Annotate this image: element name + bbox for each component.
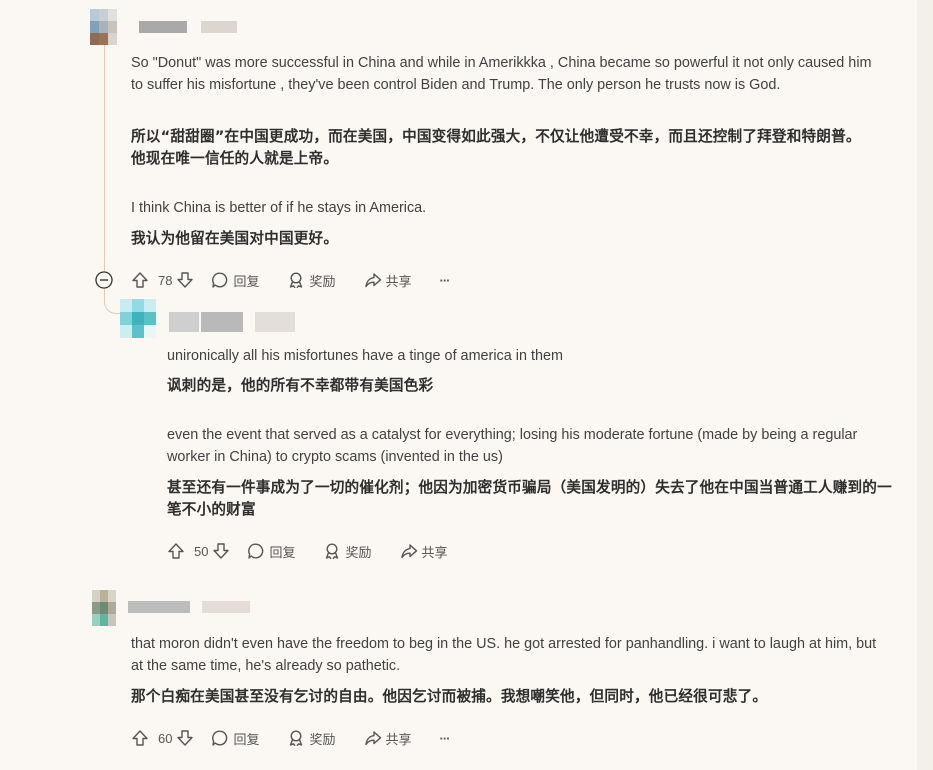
reply-icon <box>248 543 264 559</box>
downvote-icon <box>213 543 230 559</box>
comment-text-zh: 所以“甜甜圈”在中国更成功，而在美国，中国变得如此强大，不仅让他遭受不幸，而且还… <box>131 128 861 167</box>
upvote-icon <box>168 543 184 559</box>
upvote-icon <box>132 272 148 288</box>
upvote-icon <box>132 730 148 746</box>
comment-text-zh: 那个白痴在美国甚至没有乞讨的自由。他因乞讨而被捕。我想嘲笑他，但同时，他已经很可… <box>131 688 768 705</box>
award-label: 奖励 <box>345 544 372 560</box>
award-button[interactable]: 奖励 <box>323 542 372 561</box>
share-button[interactable]: 共享 <box>364 271 412 290</box>
comment-text-zh: 我认为他留在美国对中国更好。 <box>131 230 339 247</box>
award-button[interactable]: 奖励 <box>287 729 336 748</box>
avatar[interactable] <box>90 9 117 45</box>
downvote-icon <box>177 272 194 288</box>
downvote-icon <box>177 730 194 746</box>
reply-icon <box>212 272 228 288</box>
scrollbar-track[interactable] <box>917 0 933 770</box>
comment-text-en: I think China is better of if he stays i… <box>131 200 427 216</box>
username-blurred[interactable] <box>139 21 237 33</box>
avatar[interactable] <box>92 590 116 626</box>
share-button[interactable]: 共享 <box>400 542 448 561</box>
comment-text-en: even the event that served as a catalyst… <box>167 427 858 465</box>
username-blurred[interactable] <box>128 601 250 613</box>
upvote-button[interactable] <box>131 729 149 747</box>
comment-actions: 50 回复 奖励 共享 <box>167 538 448 564</box>
username-blurred[interactable] <box>169 312 295 332</box>
vote-count: 50 <box>194 543 209 559</box>
award-icon <box>326 543 339 560</box>
reply-label: 回复 <box>233 273 260 289</box>
more-options-button[interactable]: ··· <box>440 731 451 746</box>
share-button[interactable]: 共享 <box>364 729 412 748</box>
comment-actions: 78 回复 奖励 共享 ··· <box>131 267 451 293</box>
comment-text-en: So "Donut" was more successful in China … <box>131 55 872 93</box>
collapse-icon <box>95 271 113 289</box>
reply-icon <box>212 730 228 746</box>
comment-text-en: that moron didn't even have the freedom … <box>131 636 877 674</box>
comment-text-zh: 甚至还有一件事成为了一切的催化剂；他因为加密货币骗局（美国发明的）失去了他在中国… <box>167 479 892 518</box>
award-icon <box>290 730 303 747</box>
upvote-button[interactable] <box>131 271 149 289</box>
vote-count: 78 <box>158 272 173 288</box>
downvote-button[interactable] <box>176 729 194 747</box>
share-icon <box>364 273 381 288</box>
reply-button[interactable]: 回复 <box>211 729 259 748</box>
award-icon <box>290 272 303 289</box>
avatar[interactable] <box>120 299 156 338</box>
award-label: 奖励 <box>309 273 336 289</box>
more-options-button[interactable]: ··· <box>440 273 451 288</box>
downvote-button[interactable] <box>212 542 230 560</box>
comment-text-zh: 讽刺的是，他的所有不幸都带有美国色彩 <box>167 377 434 394</box>
comment-text-en: unironically all his misfortunes have a … <box>167 348 563 364</box>
share-label: 共享 <box>421 544 448 560</box>
upvote-button[interactable] <box>167 542 185 560</box>
reply-label: 回复 <box>269 544 296 560</box>
share-label: 共享 <box>385 273 412 289</box>
vote-count: 60 <box>158 730 173 746</box>
award-button[interactable]: 奖励 <box>287 271 336 290</box>
share-icon <box>400 544 417 559</box>
thread-line <box>104 44 105 271</box>
reply-button[interactable]: 回复 <box>211 271 259 290</box>
comment-actions: 60 回复 奖励 共享 ··· <box>131 725 451 751</box>
share-icon <box>364 731 381 746</box>
reply-label: 回复 <box>233 731 260 747</box>
reply-button[interactable]: 回复 <box>247 542 295 561</box>
share-label: 共享 <box>385 731 412 747</box>
collapse-button[interactable] <box>95 271 113 294</box>
award-label: 奖励 <box>309 731 336 747</box>
downvote-button[interactable] <box>176 271 194 289</box>
